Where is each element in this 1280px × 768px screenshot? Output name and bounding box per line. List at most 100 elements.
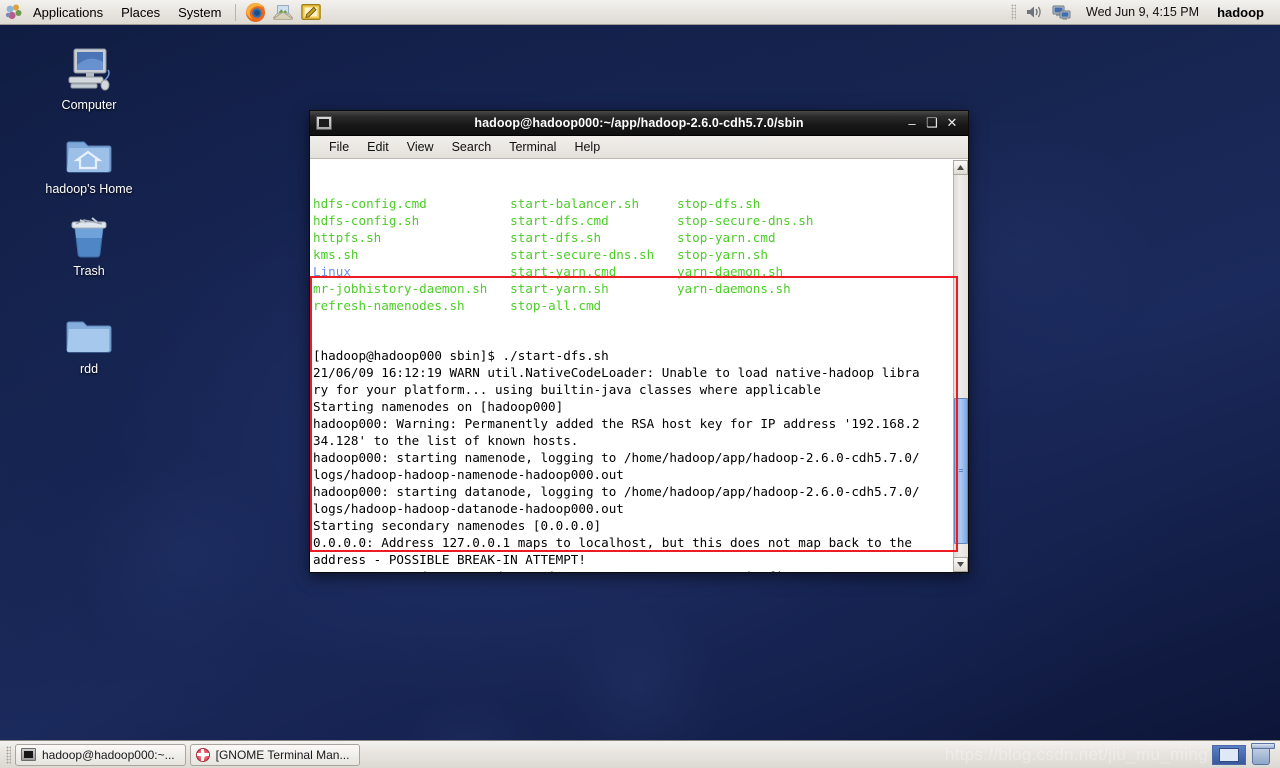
terminal-line: hadoop000: starting namenode, logging to… (313, 450, 920, 466)
terminal-icon (21, 748, 36, 761)
panel-separator (235, 3, 237, 21)
menu-view[interactable]: View (398, 136, 443, 159)
desktop-icon-label: rdd (79, 362, 99, 376)
scroll-down-icon[interactable] (953, 557, 968, 572)
desktop-icon-computer[interactable]: Computer (29, 42, 149, 114)
terminal-menubar: File Edit View Search Terminal Help (310, 136, 968, 159)
terminal-line: 21/06/09 16:12:19 WARN util.NativeCodeLo… (313, 365, 920, 381)
ls-row: refresh-namenodes.sh stop-all.cmd (313, 298, 953, 315)
terminal-scrollbar[interactable] (953, 160, 968, 572)
terminal-line: hadoop000: starting datanode, logging to… (313, 484, 920, 500)
top-panel: Applications Places System Wed Jun 9, 4:… (0, 0, 1280, 25)
ls-entry: start-dfs.cmd (510, 212, 609, 228)
window-title: hadoop@hadoop000:~/app/hadoop-2.6.0-cdh5… (474, 116, 804, 130)
evolution-mail-icon[interactable] (271, 1, 295, 23)
terminal-line: logs/hadoop-hadoop-datanode-hadoop000.ou… (313, 501, 624, 517)
computer-icon (29, 42, 149, 94)
ls-entry: start-yarn.sh (510, 280, 609, 296)
task-button-label: [GNOME Terminal Man... (215, 747, 350, 762)
ls-entry: stop-dfs.sh (676, 195, 761, 211)
ls-entry: stop-yarn.cmd (676, 229, 776, 245)
terminal-line: 0.0.0.0: Address 127.0.0.1 maps to local… (313, 534, 912, 550)
user-menu[interactable]: hadoop (1209, 5, 1272, 20)
workspace-switcher[interactable] (1212, 744, 1246, 765)
gnome-foot-icon[interactable] (4, 3, 24, 21)
trash-icon (29, 208, 149, 260)
close-button[interactable]: ✕ (942, 113, 962, 133)
terminal-line: 34.128' to the list of known hosts. (313, 433, 579, 449)
clock[interactable]: Wed Jun 9, 4:15 PM (1076, 5, 1209, 19)
taskbar-right-area (1212, 742, 1276, 765)
ls-entry: start-dfs.sh (510, 229, 602, 245)
ls-entry: stop-all.cmd (510, 297, 602, 313)
ls-entry: kms.sh (313, 246, 359, 262)
ls-entry: yarn-daemons.sh (676, 280, 791, 296)
desktop-icon-label: hadoop's Home (45, 182, 133, 196)
task-button-terminal[interactable]: hadoop@hadoop000:~... (15, 743, 186, 766)
volume-icon[interactable] (1022, 1, 1046, 23)
terminal-line: ry for your platform... using builtin-ja… (313, 382, 821, 398)
network-icon[interactable] (1050, 1, 1074, 23)
terminal-text-area[interactable]: hdfs-config.cmd start-balancer.sh stop-d… (310, 160, 953, 572)
minimize-button[interactable]: – (902, 113, 922, 133)
desktop-icon-label: Computer (61, 98, 117, 112)
window-controls: – ❑ ✕ (902, 113, 968, 133)
help-icon (195, 747, 210, 762)
ls-entry: mr-jobhistory-daemon.sh (313, 280, 488, 296)
menu-file[interactable]: File (320, 136, 358, 159)
ls-entry: yarn-daemon.sh (676, 263, 784, 279)
ls-row: kms.sh start-secure-dns.sh stop-yarn.sh (313, 247, 953, 264)
menu-terminal[interactable]: Terminal (500, 136, 565, 159)
firefox-icon[interactable] (243, 1, 267, 23)
tray-handle[interactable] (1011, 4, 1017, 20)
workspace-1[interactable] (1219, 747, 1239, 762)
menu-help-label: Help (574, 140, 601, 154)
menu-help[interactable]: Help (565, 136, 609, 159)
trash-icon[interactable] (1251, 742, 1275, 765)
task-button-help[interactable]: [GNOME Terminal Man... (189, 743, 361, 766)
terminal-line: Starting secondary namenodes [0.0.0.0] (313, 518, 602, 534)
terminal-line: hadoop000: Warning: Permanently added th… (313, 416, 920, 432)
task-button-label: hadoop@hadoop000:~... (42, 747, 175, 762)
desktop-icon-rdd[interactable]: rdd (29, 306, 149, 378)
menu-edit-label: Edit (367, 140, 389, 154)
terminal-line: logs/hadoop-hadoop-namenode-hadoop000.ou… (313, 467, 624, 483)
ls-entry: start-balancer.sh (510, 195, 640, 211)
maximize-button[interactable]: ❑ (922, 113, 942, 133)
ls-entry: start-yarn.cmd (510, 263, 617, 279)
ls-entry: stop-secure-dns.sh (676, 212, 814, 228)
terminal-line: [hadoop@hadoop000 sbin]$ ./start-dfs.sh (313, 348, 609, 364)
menu-file-label: File (329, 140, 350, 154)
ls-entry: stop-yarn.sh (676, 246, 768, 262)
ls-entry: httpfs.sh (313, 229, 382, 245)
ls-entry: start-secure-dns.sh (510, 246, 655, 262)
ls-entry: Linux (313, 263, 351, 279)
terminal-body[interactable]: hdfs-config.cmd start-balancer.sh stop-d… (310, 159, 968, 572)
scrollbar-thumb[interactable] (954, 398, 968, 544)
desktop-icon-label: Trash (73, 264, 105, 278)
ls-entry: hdfs-config.sh (313, 212, 420, 228)
menu-applications[interactable]: Applications (24, 0, 112, 25)
menu-system[interactable]: System (169, 0, 230, 25)
scroll-up-icon[interactable] (953, 160, 968, 175)
terminal-line: Starting namenodes on [hadoop000] (313, 399, 564, 415)
desktop-icon-home[interactable]: hadoop's Home (29, 126, 149, 198)
menu-search[interactable]: Search (443, 136, 501, 159)
taskbar: hadoop@hadoop000:~... [GNOME Terminal Ma… (0, 740, 1280, 768)
scrollbar-track[interactable] (954, 175, 968, 557)
terminal-titlebar[interactable]: hadoop@hadoop000:~/app/hadoop-2.6.0-cdh5… (310, 111, 968, 136)
taskbar-handle[interactable] (6, 745, 11, 764)
terminal-window[interactable]: hadoop@hadoop000:~/app/hadoop-2.6.0-cdh5… (309, 110, 969, 573)
menu-terminal-label: Terminal (509, 140, 557, 154)
menu-places[interactable]: Places (112, 0, 169, 25)
menu-view-label: View (406, 140, 434, 154)
ls-row: hdfs-config.sh start-dfs.cmd stop-secure… (313, 213, 953, 230)
text-editor-icon[interactable] (299, 1, 323, 23)
terminal-line: 0.0.0.0: secondarynamenode running as pr… (313, 569, 953, 572)
folder-icon (29, 306, 149, 358)
ls-output: hdfs-config.cmd start-balancer.sh stop-d… (313, 196, 953, 315)
terminal-line: address - POSSIBLE BREAK-IN ATTEMPT! (313, 551, 586, 567)
menu-edit[interactable]: Edit (358, 136, 398, 159)
ls-row: Linux start-yarn.cmd yarn-daemon.sh (313, 264, 953, 281)
desktop-icon-trash[interactable]: Trash (29, 208, 149, 280)
